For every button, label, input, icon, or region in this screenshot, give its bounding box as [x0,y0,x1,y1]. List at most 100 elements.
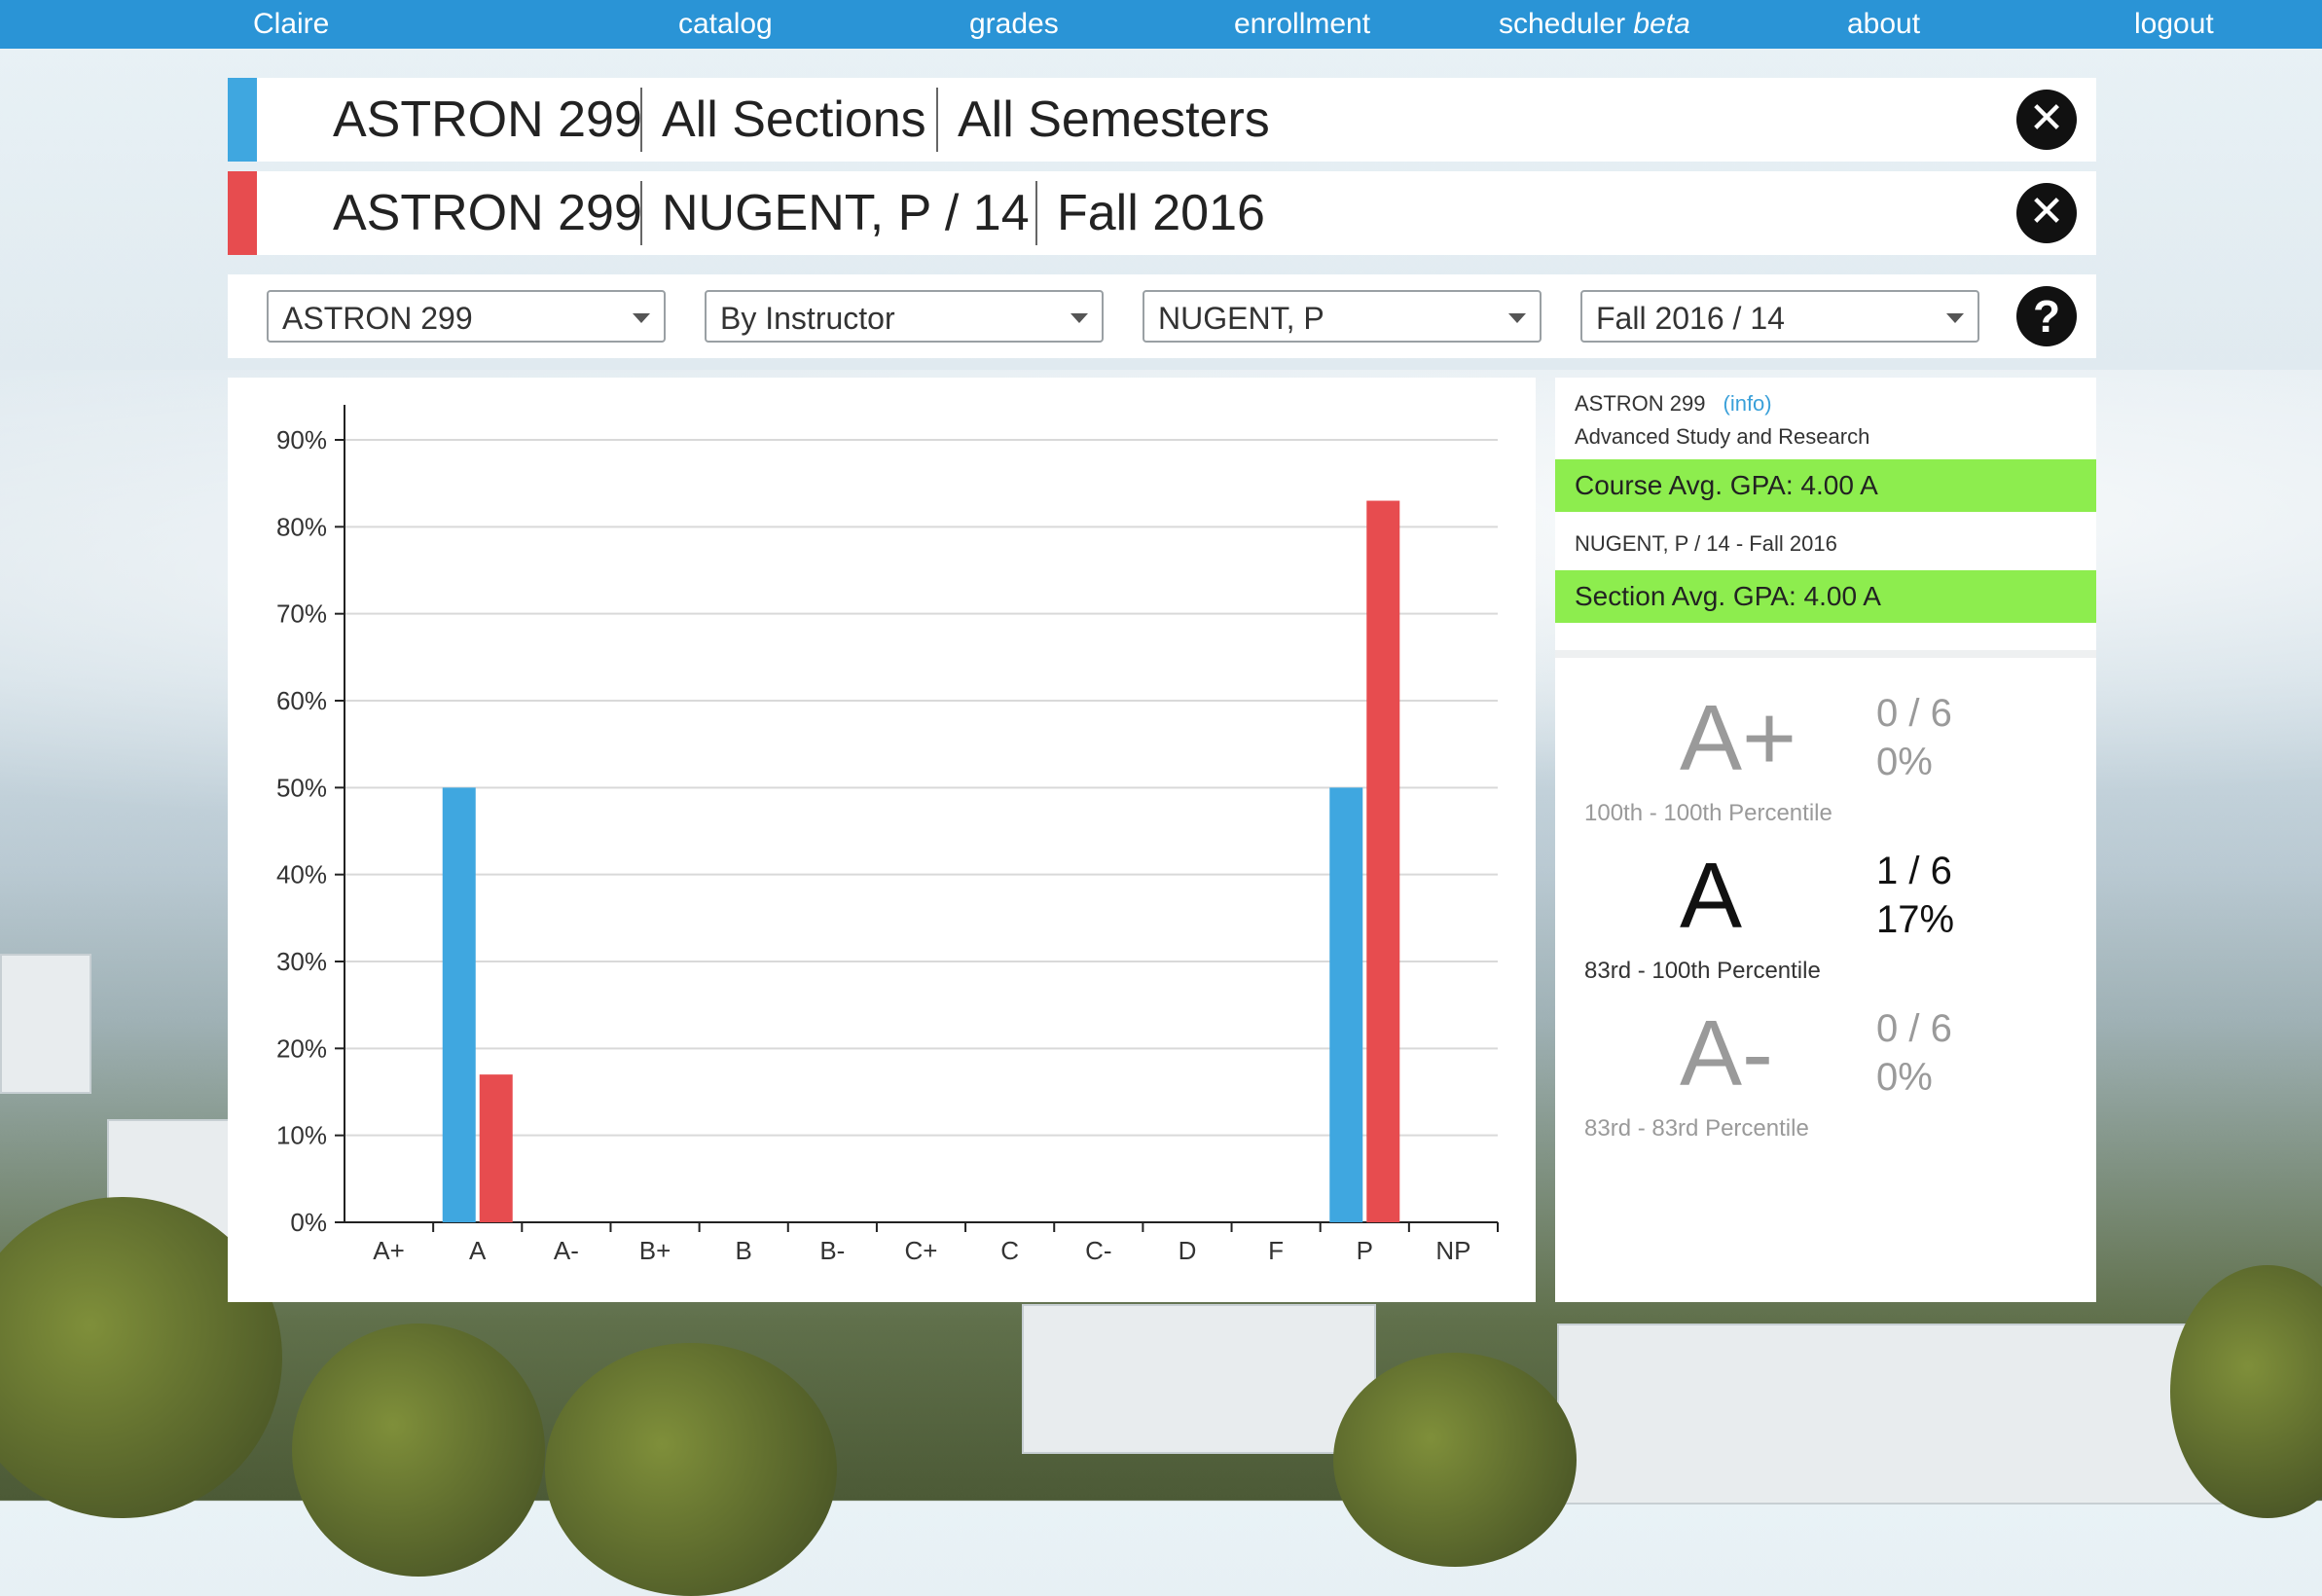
x-tick-label: B- [819,1236,845,1265]
chevron-down-icon [1946,313,1964,323]
x-tick-label: A+ [373,1236,405,1265]
background-building [0,954,91,1094]
x-tick-label: B [736,1236,752,1265]
grade-percentile: 100th - 100th Percentile [1584,800,1832,826]
brand-link[interactable]: Claire [253,0,329,49]
grade-letter: A [1680,844,1743,948]
instructor-select[interactable]: NUGENT, P [1143,290,1542,343]
background-building [107,1119,247,1337]
x-tick-label: C- [1085,1236,1111,1265]
course-title: Advanced Study and Research [1575,424,1870,449]
y-tick-label: 20% [276,1034,327,1063]
remove-filter-icon[interactable]: ✕ [2016,183,2077,243]
course-code: ASTRON 299 [1575,391,1706,416]
course-select[interactable]: ASTRON 299 [267,290,666,343]
grade-count: 0 / 6 [1876,692,1952,735]
grade-detail-item: A 83rd - 100th Percentile 1 / 6 17% [1555,843,2096,998]
course-info-link[interactable]: (info) [1723,391,1772,416]
chevron-down-icon [1070,313,1088,323]
help-icon[interactable]: ? [2016,286,2077,346]
bar [442,787,476,1222]
nav-scheduler-label: scheduler [1499,8,1626,40]
grade-distribution-chart: 0% 10% 20% 30% 40% 50% 60% 70% 80% 90% A+ A A- B+ B B- C… [228,378,1536,1302]
grade-percent: 0% [1876,1056,1933,1099]
course-gpa-bar: Course Avg. GPA: 4.00 A [1555,459,2096,512]
instructor-select-value: NUGENT, P [1158,301,1324,336]
bar-chart: 0% 10% 20% 30% 40% 50% 60% 70% 80% 90% A+ A A- B+ B B- C… [276,405,1499,1265]
x-tick-label: A- [554,1236,579,1265]
nav-scheduler[interactable]: scheduler beta [1499,0,1690,49]
nav-catalog[interactable]: catalog [678,0,773,49]
x-tick-label: C [1000,1236,1019,1265]
filter-divider [640,181,642,245]
y-tick-label: 80% [276,512,327,541]
x-tick-label: B+ [639,1236,671,1265]
semester-select-value: Fall 2016 / 14 [1596,301,1785,336]
grade-percentile: 83rd - 100th Percentile [1584,958,1821,984]
background-tree [2170,1265,2322,1518]
filter-course: ASTRON 299 [333,185,642,241]
bar [1329,787,1363,1222]
y-tick-label: 50% [276,773,327,802]
filter-controls: ASTRON 299 By Instructor NUGENT, P Fall … [228,274,2096,358]
filter-semester: All Semesters [958,91,1270,148]
mode-select[interactable]: By Instructor [705,290,1104,343]
x-tick-label: C+ [905,1236,938,1265]
grade-count: 1 / 6 [1876,850,1952,892]
grade-detail-item: A- 83rd - 83rd Percentile 0 / 6 0% [1555,1000,2096,1156]
y-tick-label: 90% [276,425,327,454]
course-select-value: ASTRON 299 [282,301,473,336]
remove-filter-icon[interactable]: ✕ [2016,90,2077,150]
grade-letter: A- [1680,1001,1773,1106]
background-building [1022,1304,1376,1454]
grade-percentile: 83rd - 83rd Percentile [1584,1115,1809,1142]
section-label: NUGENT, P / 14 - Fall 2016 [1575,531,1837,556]
chevron-down-icon [633,313,650,323]
background-tree [292,1324,545,1577]
nav-enrollment[interactable]: enrollment [1234,0,1370,49]
filter-color-swatch [228,171,257,255]
filter-section: All Sections [662,91,926,148]
background-tree [545,1343,837,1596]
filter-divider [640,88,642,152]
background-tree [1333,1353,1577,1567]
nav-grades[interactable]: grades [969,0,1059,49]
x-tick-label: P [1357,1236,1373,1265]
background-building [1557,1324,2262,1505]
semester-select[interactable]: Fall 2016 / 14 [1580,290,1979,343]
x-tick-label: F [1268,1236,1284,1265]
mode-select-value: By Instructor [720,301,895,336]
y-tick-label: 40% [276,860,327,889]
y-tick-label: 70% [276,599,327,629]
nav-logout[interactable]: logout [2134,0,2214,49]
nav-about[interactable]: about [1847,0,1920,49]
x-tick-label: A [469,1236,487,1265]
filter-course: ASTRON 299 [333,91,642,148]
filter-semester: Fall 2016 [1057,185,1265,241]
grade-detail-panel: A+ 100th - 100th Percentile 0 / 6 0% A 8… [1555,650,2096,1302]
y-tick-label: 30% [276,947,327,976]
y-tick-label: 10% [276,1121,327,1150]
filter-row-1: ASTRON 299 All Sections All Semesters ✕ [228,78,2096,162]
bar [1366,500,1400,1222]
y-tick-label: 0% [290,1208,327,1237]
filter-color-swatch [228,78,257,162]
x-tick-label: NP [1435,1236,1470,1265]
chevron-down-icon [1508,313,1526,323]
filter-row-2: ASTRON 299 NUGENT, P / 14 Fall 2016 ✕ [228,171,2096,255]
filter-section: NUGENT, P / 14 [662,185,1030,241]
x-tick-label: D [1179,1236,1197,1265]
grade-letter: A+ [1680,686,1797,790]
grade-detail-item: A+ 100th - 100th Percentile 0 / 6 0% [1555,685,2096,841]
nav-scheduler-beta: beta [1633,8,1690,40]
grade-percent: 17% [1876,898,1955,941]
bar [479,1074,513,1222]
section-gpa-bar: Section Avg. GPA: 4.00 A [1555,570,2096,623]
top-nav: Claire catalog grades enrollment schedul… [0,0,2322,49]
grade-count: 0 / 6 [1876,1007,1952,1050]
course-heading: ASTRON 299 (info) [1575,391,1772,417]
y-tick-label: 60% [276,686,327,715]
course-info-panel: ASTRON 299 (info) Advanced Study and Rese… [1555,378,2096,650]
filter-divider [1035,181,1037,245]
filter-divider [936,88,938,152]
